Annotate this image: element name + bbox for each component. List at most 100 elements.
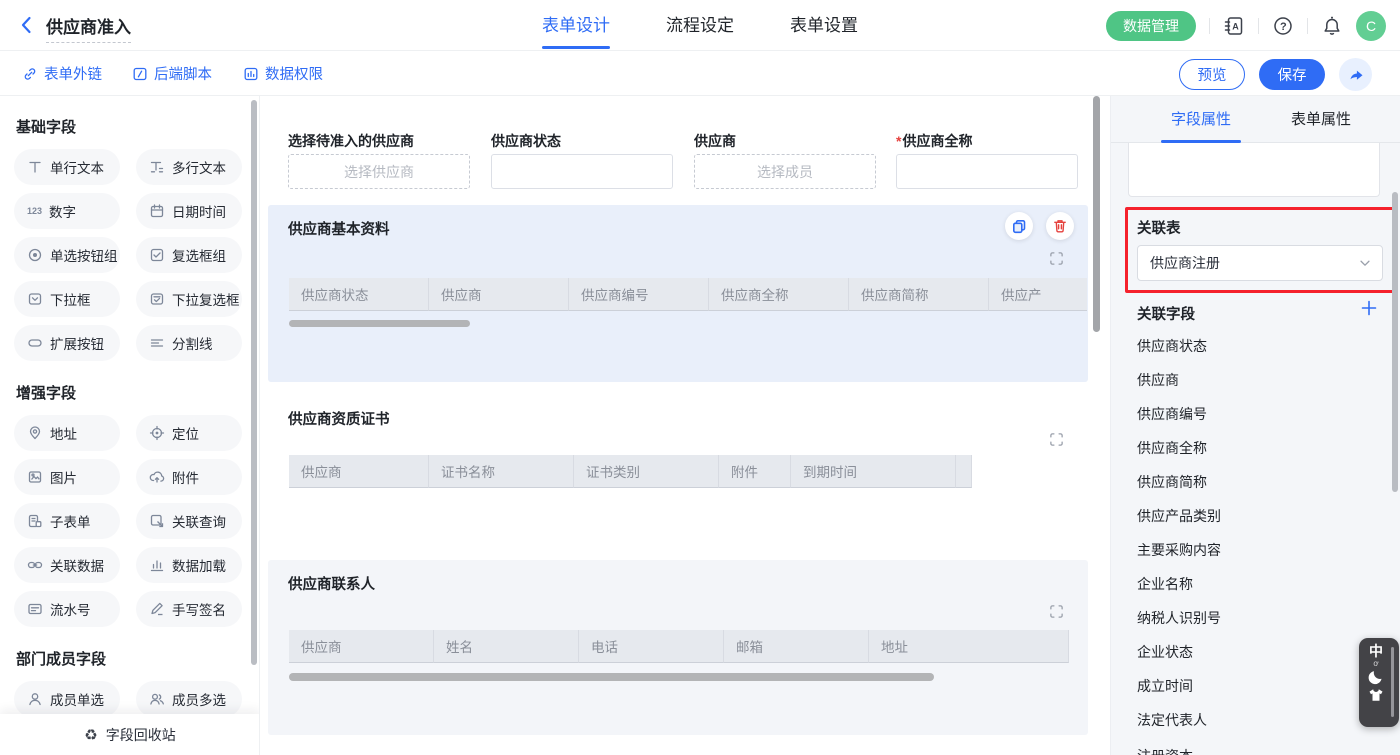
field-item-single-text[interactable]: 单行文本 [14,149,120,185]
related-field-item[interactable]: 供应商简称 [1137,472,1207,492]
link-label: 后端脚本 [154,63,212,84]
required-mark: * [896,133,901,149]
column-header: 地址 [869,630,1069,663]
tab-form-properties[interactable]: 表单属性 [1281,96,1361,143]
header: 供应商准入 表单设计 流程设定 表单设置 数据管理 A ? C [0,0,1400,51]
field-item-label: 数据加载 [172,555,226,575]
header-tabs: 表单设计 流程设定 表单设置 [542,0,858,51]
related-field-item[interactable]: 纳税人识别号 [1137,608,1221,628]
field-item-multi-select[interactable]: 下拉复选框 [136,281,242,317]
expand-icon[interactable] [1049,432,1064,447]
related-table-label: 关联表 [1137,217,1181,238]
field-item-member-single[interactable]: 成员单选 [14,681,120,717]
sidebar-scrollbar[interactable] [251,100,257,665]
section-card-supplier-contacts[interactable]: 供应商联系人 供应商 姓名 电话 邮箱 地址 [268,560,1088,735]
preview-button[interactable]: 预览 [1179,59,1245,90]
form-external-link[interactable]: 表单外链 [22,51,102,96]
field-item-label: 下拉复选框 [172,289,240,309]
related-field-item[interactable]: 注册资本 [1137,746,1193,755]
tab-form-setting[interactable]: 表单设置 [790,0,858,51]
dark-mode-moon-icon[interactable] [1367,668,1385,686]
copy-button[interactable] [1005,212,1033,240]
property-textarea[interactable] [1128,143,1380,197]
field-item-related-query[interactable]: 关联查询 [136,503,242,539]
tab-field-properties[interactable]: 字段属性 [1161,96,1241,143]
translate-toggle[interactable]: 中 [1369,643,1383,659]
tab-form-design[interactable]: 表单设计 [542,0,610,51]
column-header: 到期时间 [791,455,956,488]
save-button[interactable]: 保存 [1259,59,1325,90]
field-item-number[interactable]: 123数字 [14,193,120,229]
related-field-item[interactable]: 供应商编号 [1137,404,1207,424]
field-item-divider[interactable]: 分割线 [136,325,242,361]
field-item-subform[interactable]: 子表单 [14,503,120,539]
field-item-label: 数字 [49,201,76,221]
select-member-input[interactable]: 选择成员 [694,154,876,189]
field-item-label: 单选按钮组 [50,245,118,265]
horizontal-scrollbar[interactable] [289,320,470,327]
field-item-multi-text[interactable]: 多行文本 [136,149,242,185]
related-field-item[interactable]: 供应商 [1137,370,1179,390]
field-item-radio-group[interactable]: 单选按钮组 [14,237,120,273]
field-item-serial-number[interactable]: 流水号 [14,591,120,627]
subtable-supplier-basic: 供应商状态 供应商 供应商编号 供应商全称 供应商简称 供应产 [289,278,1087,311]
delete-button[interactable] [1046,212,1074,240]
back-icon[interactable] [16,14,38,36]
pen-icon [149,601,165,617]
field-item-data-load[interactable]: 数据加载 [136,547,242,583]
related-field-item[interactable]: 主要采购内容 [1137,540,1221,560]
field-item-related-data[interactable]: 关联数据 [14,547,120,583]
section-card-supplier-certificates[interactable]: 供应商资质证书 供应商 证书名称 证书类别 附件 到期时间 [268,395,1088,545]
help-icon[interactable]: ? [1272,15,1294,37]
field-item-label: 多行文本 [172,157,226,177]
field-item-label: 地址 [50,423,77,443]
supplier-fullname-input[interactable] [896,154,1078,189]
related-field-item[interactable]: 法定代表人 [1137,710,1207,730]
field-item-select[interactable]: 下拉框 [14,281,120,317]
field-item-attachment[interactable]: 附件 [136,459,242,495]
related-field-item[interactable]: 企业状态 [1137,642,1193,662]
field-item-extend-button[interactable]: 扩展按钮 [14,325,120,361]
extend-button-icon [27,335,43,351]
section-card-supplier-basic-info[interactable]: 供应商基本资料 供应商状态 供应商 供应商编号 供应商全称 供应商简称 供应产 [268,205,1088,382]
theme-shirt-icon[interactable] [1367,687,1385,705]
expand-icon[interactable] [1049,251,1064,266]
tab-flow-setting[interactable]: 流程设定 [666,0,734,51]
trash-icon [1052,218,1068,234]
enhanced-fields-grid: 地址 定位 图片 附件 子表单 关联查询 关联数据 数据加载 流水号 手写签名 [14,415,241,627]
section-title-basic-fields: 基础字段 [16,116,241,137]
field-item-checkbox-group[interactable]: 复选框组 [136,237,242,273]
horizontal-scrollbar[interactable] [289,673,934,681]
field-item-location[interactable]: 定位 [136,415,242,451]
select-supplier-input[interactable]: 选择供应商 [288,154,470,189]
expand-icon[interactable] [1049,604,1064,619]
form-field-supplier: 供应商 选择成员 [694,131,876,189]
related-table-select[interactable]: 供应商注册 [1137,245,1383,281]
related-field-item[interactable]: 供应产品类别 [1137,506,1221,526]
bell-icon[interactable] [1321,15,1343,37]
field-item-datetime[interactable]: 日期时间 [136,193,242,229]
canvas-scrollbar[interactable] [1093,96,1100,332]
divider [1209,18,1210,34]
share-button[interactable] [1339,58,1372,91]
related-field-item[interactable]: 成立时间 [1137,676,1193,696]
related-field-item[interactable]: 供应商全称 [1137,438,1207,458]
contacts-icon[interactable]: A [1223,15,1245,37]
field-item-image[interactable]: 图片 [14,459,120,495]
data-manage-button[interactable]: 数据管理 [1106,11,1196,41]
supplier-status-input[interactable] [491,154,673,189]
backend-script-link[interactable]: 后端脚本 [132,51,212,96]
related-field-item[interactable]: 供应商状态 [1137,336,1207,356]
related-field-item[interactable]: 企业名称 [1137,574,1193,594]
field-item-label: 成员多选 [172,689,226,709]
field-item-address[interactable]: 地址 [14,415,120,451]
data-permission-link[interactable]: 数据权限 [243,51,323,96]
field-recycle-bin[interactable]: ♻ 字段回收站 [0,714,260,755]
field-item-label: 复选框组 [172,245,226,265]
field-item-member-multi[interactable]: 成员多选 [136,681,242,717]
add-related-field-button[interactable] [1360,299,1378,317]
field-item-signature[interactable]: 手写签名 [136,591,242,627]
section-title-member-fields: 部门成员字段 [16,648,241,669]
avatar[interactable]: C [1356,11,1386,41]
panel-scrollbar[interactable] [1392,192,1398,492]
